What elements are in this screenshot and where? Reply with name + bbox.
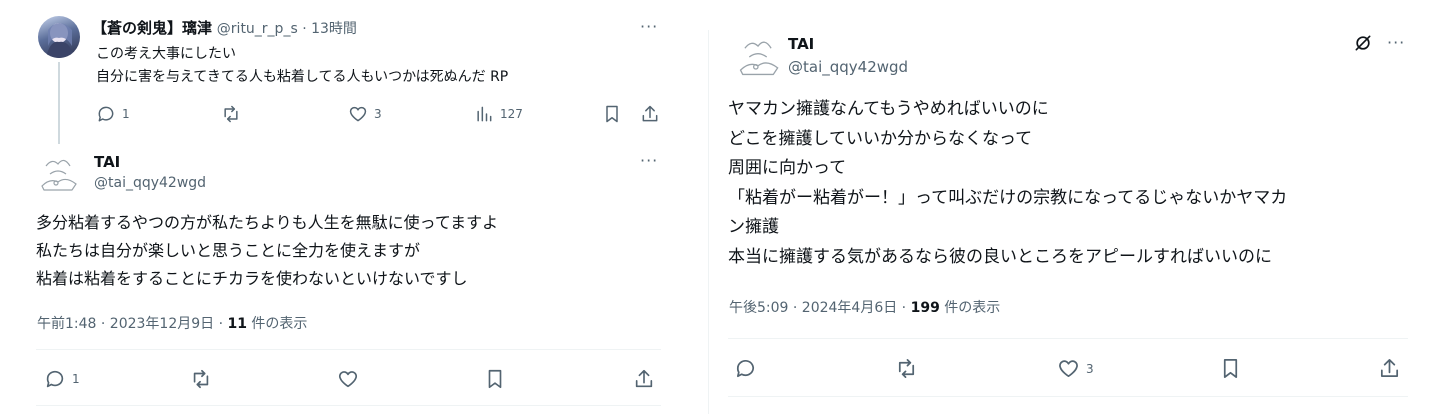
share-icon xyxy=(642,105,658,122)
right-line-1: ヤマカン擁護なんてもうやめればいいのに xyxy=(728,99,1049,119)
views-chart-icon xyxy=(477,106,492,122)
right-divider-top xyxy=(728,338,1408,339)
main-retweet-button[interactable] xyxy=(190,368,212,390)
main-tweet-meta: 午前1:48 · 2023年12月9日 · 11 件の表示 xyxy=(37,313,307,333)
main-bookmark-button[interactable] xyxy=(484,368,506,390)
main-reply-count: 1 xyxy=(72,372,80,386)
reply-retweet-button[interactable] xyxy=(221,104,241,124)
right-divider-bottom xyxy=(728,396,1408,397)
reply-reply-count: 1 xyxy=(122,107,130,121)
right-bookmark-button[interactable] xyxy=(1219,357,1242,380)
right-line-2: どこを擁護していいか分からなくなって xyxy=(728,128,1033,149)
reply-views-button[interactable]: 127 xyxy=(474,104,523,124)
avatar-art-icon xyxy=(46,23,74,58)
right-line-4: 「粘着がー粘着がー！」って叫ぶだけの宗教になってるじゃないかヤマカ xyxy=(728,187,1288,208)
right-panel-border xyxy=(708,30,709,414)
heart-icon xyxy=(1059,360,1078,378)
main-more-button[interactable]: ··· xyxy=(640,151,658,170)
left-panel: 【蒼の剣鬼】璃津 @ritu_r_p_s · 13時間 ··· この考え大事にし… xyxy=(0,0,700,414)
right-line-5: ン擁護 xyxy=(728,217,779,237)
main-tweet-header: TAI @tai_qqy42wgd xyxy=(94,152,206,194)
right-tweet-header: TAI @tai_qqy42wgd xyxy=(788,33,908,79)
right-tweet-body: ヤマカン擁護なんてもうやめればいいのに どこを擁護していいか分からなくなって 周… xyxy=(728,95,1287,272)
bookmark-icon xyxy=(1223,359,1238,378)
main-timestamp[interactable]: 午前1:48 · 2023年12月9日 · xyxy=(37,316,228,332)
bookmark-icon xyxy=(606,105,618,123)
retweet-icon xyxy=(193,369,209,389)
right-grok-button[interactable] xyxy=(1353,33,1373,53)
main-like-button[interactable] xyxy=(337,368,359,390)
comment-icon xyxy=(736,360,755,378)
main-line-3: 粘着は粘着をすることにチカラを使わないといけないですし xyxy=(36,269,468,288)
right-timestamp[interactable]: 午後5:09 · 2024年4月6日 · xyxy=(729,300,911,316)
reply-like-count: 3 xyxy=(374,107,382,121)
thread-line xyxy=(58,62,60,144)
reply-like-button[interactable]: 3 xyxy=(348,104,382,124)
main-share-button[interactable] xyxy=(633,368,655,390)
right-handle[interactable]: @tai_qqy42wgd xyxy=(788,55,908,79)
right-tweet-meta: 午後5:09 · 2024年4月6日 · 199 件の表示 xyxy=(729,297,1000,317)
slash-circle-icon xyxy=(1355,35,1371,51)
avatar-tai[interactable] xyxy=(734,33,782,81)
reply-more-button[interactable]: ··· xyxy=(640,17,658,36)
right-comment-button[interactable] xyxy=(734,357,757,380)
reply-comment-button[interactable]: 1 xyxy=(96,104,130,124)
main-view-count: 11 xyxy=(227,316,247,332)
main-comment-button[interactable]: 1 xyxy=(44,368,80,390)
right-like-count: 3 xyxy=(1086,361,1094,376)
reply-view-count: 127 xyxy=(500,107,523,121)
main-views-suffix: 件の表示 xyxy=(246,316,308,332)
avatar-tai[interactable] xyxy=(36,152,80,196)
main-line-1: 多分粘着するやつの方が私たちよりも人生を無駄に使ってますよ xyxy=(36,213,499,232)
main-handle[interactable]: @tai_qqy42wgd xyxy=(94,172,206,194)
right-display-name[interactable]: TAI xyxy=(788,33,908,55)
comment-icon xyxy=(46,370,64,388)
reply-line-2: 自分に害を与えてきてる人も粘着してる人もいつかは死ぬんだ RP xyxy=(96,69,509,85)
comment-icon xyxy=(98,106,114,122)
avatar-sketch-icon xyxy=(41,159,77,191)
reply-handle-time[interactable]: @ritu_r_p_s · 13時間 xyxy=(217,21,357,37)
reply-share-button[interactable] xyxy=(640,104,660,124)
reply-line-1: この考え大事にしたい xyxy=(96,46,236,62)
main-divider-bottom xyxy=(36,405,661,406)
avatar-ritsu[interactable] xyxy=(38,16,80,58)
main-tweet-body: 多分粘着するやつの方が私たちよりも人生を無駄に使ってますよ 私たちは自分が楽しい… xyxy=(36,209,498,293)
share-icon xyxy=(635,369,653,388)
right-views-suffix: 件の表示 xyxy=(939,300,1001,316)
main-display-name[interactable]: TAI xyxy=(94,152,206,172)
reply-body: この考え大事にしたい 自分に害を与えてきてる人も粘着してる人もいつかは死ぬんだ … xyxy=(96,43,508,89)
right-share-button[interactable] xyxy=(1378,357,1401,380)
main-divider-top xyxy=(36,349,661,350)
bookmark-icon xyxy=(488,369,502,389)
retweet-icon xyxy=(898,359,915,378)
right-panel: TAI @tai_qqy42wgd ··· ヤマカン擁護なんてもうやめればいいの… xyxy=(708,0,1437,414)
avatar-sketch-icon xyxy=(739,41,779,76)
right-more-button[interactable]: ··· xyxy=(1387,33,1405,52)
heart-icon xyxy=(338,371,358,388)
heart-icon xyxy=(349,106,367,122)
reply-header: 【蒼の剣鬼】璃津 @ritu_r_p_s · 13時間 xyxy=(92,17,357,38)
right-retweet-button[interactable] xyxy=(895,357,918,380)
reply-display-name[interactable]: 【蒼の剣鬼】璃津 xyxy=(92,19,212,37)
right-line-3: 周囲に向かって xyxy=(728,158,847,178)
retweet-icon xyxy=(224,105,238,123)
share-icon xyxy=(1380,359,1399,378)
right-view-count: 199 xyxy=(910,300,940,316)
right-line-6: 本当に擁護する気があるなら彼の良いところをアピールすればいいのに xyxy=(728,246,1272,267)
right-like-button[interactable]: 3 xyxy=(1057,357,1094,380)
reply-bookmark-button[interactable] xyxy=(602,104,622,124)
main-line-2: 私たちは自分が楽しいと思うことに全力を使えますが xyxy=(36,241,421,260)
